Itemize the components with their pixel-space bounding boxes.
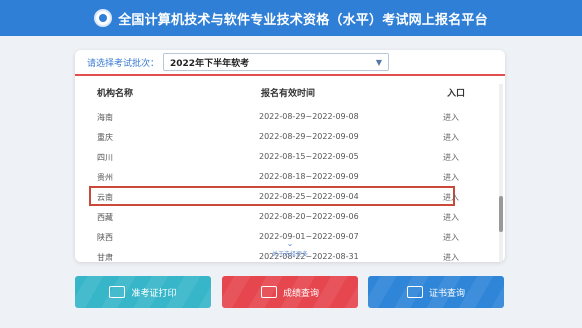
table-body: 海南 2022-08-29~2022-09-08 进入 重庆 2022-08-2…	[75, 106, 495, 262]
table-row: 贵州 2022-08-18~2022-09-09 进入	[75, 166, 495, 186]
score-query-label: 成绩查询	[282, 288, 319, 299]
region-cell: 四川	[97, 153, 113, 162]
logo-icon	[94, 9, 113, 27]
entry-link[interactable]: 进入	[443, 152, 459, 163]
id-card-icon	[109, 286, 126, 298]
table-row-highlighted: 云南 2022-08-25~2022-09-04 进入	[89, 186, 459, 206]
region-cell: 海南	[97, 113, 113, 122]
scroll-more[interactable]: ⌄ 关于选择更多	[75, 239, 505, 259]
table-row: 四川 2022-08-15~2022-09-05 进入	[75, 146, 495, 166]
certificate-query-button[interactable]: 证书查询	[368, 276, 504, 308]
column-header-org: 机构名称	[97, 89, 134, 99]
admission-ticket-label: 准考证打印	[131, 288, 177, 299]
period-cell: 2022-08-25~2022-09-04	[259, 192, 359, 201]
entry-link[interactable]: 进入	[443, 112, 459, 123]
batch-selector-bar: 请选择考试批次： 2022年下半年软考 ▼	[75, 50, 505, 76]
column-header-entry: 入口	[447, 89, 466, 99]
scrollbar-thumb[interactable]	[499, 196, 503, 232]
table-row: 重庆 2022-08-29~2022-09-09 进入	[75, 126, 495, 146]
entry-link[interactable]: 进入	[443, 212, 459, 223]
table-header: 机构名称 报名有效时间 入口	[75, 84, 495, 100]
region-cell: 重庆	[97, 133, 113, 142]
entry-link[interactable]: 进入	[443, 192, 459, 203]
batch-selected-value: 2022年下半年软考	[170, 58, 250, 69]
period-cell: 2022-08-15~2022-09-05	[259, 152, 359, 161]
registration-card: 请选择考试批次： 2022年下半年软考 ▼ 机构名称 报名有效时间 入口 海南 …	[75, 50, 505, 262]
table-row: 海南 2022-08-29~2022-09-08 进入	[75, 106, 495, 126]
batch-label: 请选择考试批次：	[87, 58, 160, 69]
region-cell: 贵州	[97, 173, 113, 182]
batch-select[interactable]: 2022年下半年软考 ▼	[163, 53, 390, 71]
header-bar: 全国计算机技术与软件专业技术资格（水平）考试网上报名平台	[0, 0, 582, 36]
column-header-period: 报名有效时间	[261, 89, 316, 99]
entry-link[interactable]: 进入	[443, 172, 459, 183]
page-title: 全国计算机技术与软件专业技术资格（水平）考试网上报名平台	[118, 12, 488, 28]
period-cell: 2022-08-29~2022-09-08	[259, 112, 359, 121]
region-cell: 云南	[97, 193, 113, 202]
period-cell: 2022-08-18~2022-09-09	[259, 172, 359, 181]
document-icon	[260, 286, 277, 298]
certificate-icon	[406, 286, 423, 298]
score-query-button[interactable]: 成绩查询	[222, 276, 358, 308]
period-cell: 2022-08-20~2022-09-06	[259, 212, 359, 221]
region-cell: 西藏	[97, 213, 113, 222]
period-cell: 2022-08-29~2022-09-09	[259, 132, 359, 141]
table-row: 西藏 2022-08-20~2022-09-06 进入	[75, 206, 495, 226]
admission-ticket-button[interactable]: 准考证打印	[75, 276, 211, 308]
more-text: 关于选择更多	[271, 251, 308, 258]
chevron-down-icon: ▼	[375, 57, 383, 67]
chevron-down-icon: ⌄	[286, 239, 294, 248]
certificate-query-label: 证书查询	[428, 288, 465, 299]
scrollbar-track[interactable]	[499, 84, 503, 262]
entry-link[interactable]: 进入	[443, 132, 459, 143]
